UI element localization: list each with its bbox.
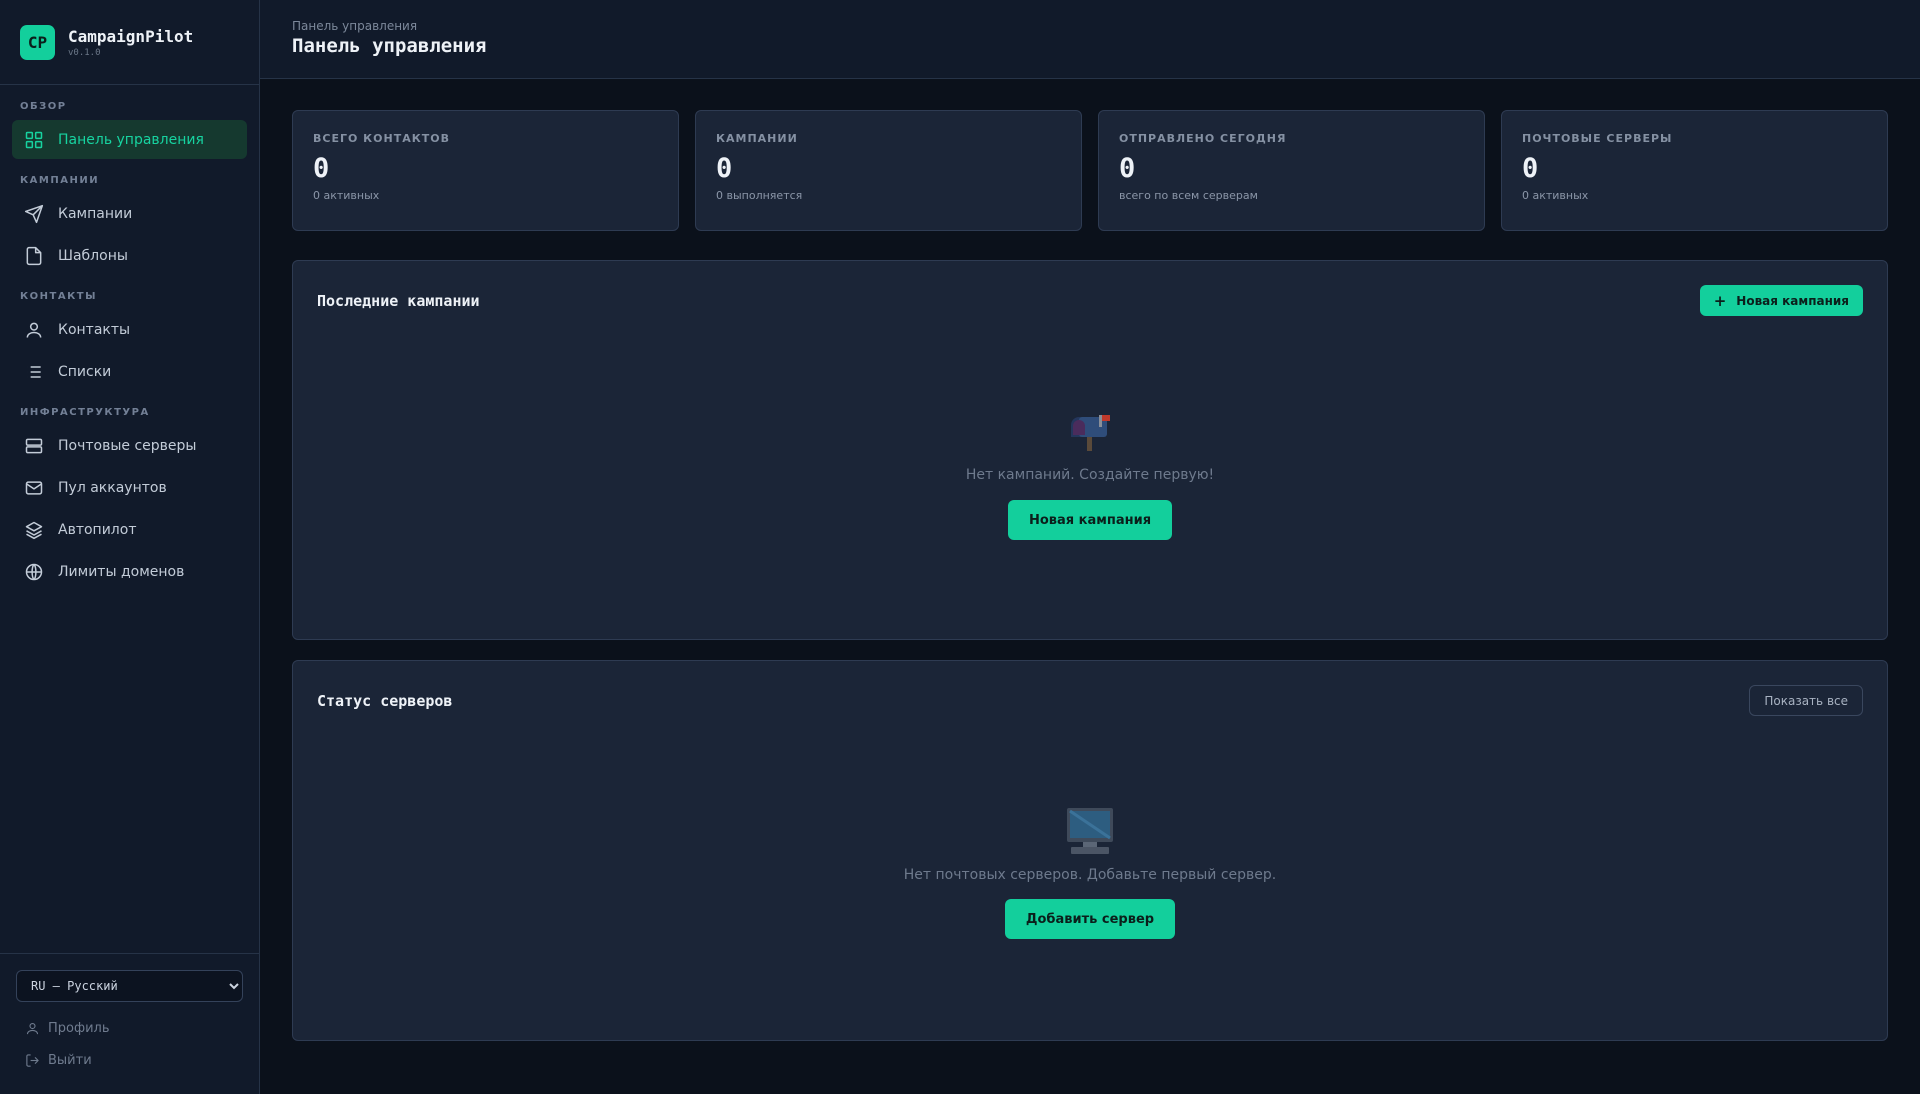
sidebar-item-label: Почтовые серверы — [58, 437, 197, 454]
nav-group-overview: ОБЗОР Панель управления — [12, 101, 247, 159]
sidebar-item-label: Автопилот — [58, 521, 137, 538]
stat-label: ОТПРАВЛЕНО СЕГОДНЯ — [1119, 132, 1287, 145]
recent-campaigns-panel: Последние кампании + Новая кампания Нет … — [292, 260, 1888, 640]
stat-label: ПОЧТОВЫЕ СЕРВЕРЫ — [1522, 132, 1673, 145]
user-icon — [26, 1022, 39, 1034]
campaigns-empty-state: Нет кампаний. Создайте первую! Новая кам… — [293, 413, 1887, 540]
stat-sub: всего по всем серверам — [1119, 189, 1258, 202]
stat-sub: 0 выполняется — [716, 189, 803, 202]
stat-card-contacts: ВСЕГО КОНТАКТОВ 0 0 активных — [292, 110, 679, 231]
plus-icon: + — [1713, 291, 1727, 310]
empty-state-text: Нет почтовых серверов. Добавьте первый с… — [903, 867, 1277, 883]
list-icon — [27, 365, 41, 378]
language-select[interactable]: RU — Русский — [16, 970, 243, 1002]
sidebar-item-contacts[interactable]: Контакты — [12, 310, 247, 349]
sidebar-item-lists[interactable]: Списки — [12, 352, 247, 391]
stat-value: 0 — [313, 153, 330, 184]
sidebar-item-account-pool[interactable]: Пул аккаунтов — [12, 468, 247, 507]
sidebar-item-templates[interactable]: Шаблоны — [12, 236, 247, 275]
stats-row: ВСЕГО КОНТАКТОВ 0 0 активных КАМПАНИИ 0 … — [292, 110, 1888, 231]
nav-group-title: ИНФРАСТРУКТУРА — [20, 407, 150, 418]
stat-value: 0 — [1119, 153, 1136, 184]
server-status-panel: Статус серверов Показать все Нет почтовы… — [292, 660, 1888, 1041]
globe-icon — [25, 563, 43, 580]
stat-value: 0 — [716, 153, 733, 184]
sidebar-item-label: Пул аккаунтов — [58, 479, 167, 496]
file-icon — [26, 246, 42, 265]
sidebar-item-label: Списки — [58, 363, 112, 380]
send-icon — [24, 204, 44, 223]
logout-link[interactable]: Выйти — [16, 1044, 243, 1076]
sidebar-item-label: Контакты — [58, 321, 131, 338]
sidebar-nav: ОБЗОР Панель управления КАМПАНИИ Кампани… — [0, 85, 259, 953]
empty-state-text: Нет кампаний. Создайте первую! — [965, 467, 1215, 483]
sidebar-item-campaigns[interactable]: Кампании — [12, 194, 247, 233]
stat-label: ВСЕГО КОНТАКТОВ — [313, 132, 450, 145]
nav-group-title: КАМПАНИИ — [20, 175, 100, 186]
sidebar-item-autopilot[interactable]: Автопилот — [12, 510, 247, 549]
breadcrumb: Панель управления — [292, 19, 418, 33]
nav-group-contacts: КОНТАКТЫ Контакты Списки — [12, 291, 247, 391]
stat-sub: 0 активных — [1522, 189, 1589, 202]
button-label: Новая кампания — [1736, 293, 1849, 308]
show-all-button[interactable]: Показать все — [1749, 685, 1863, 716]
brand-version: v0.1.0 — [68, 47, 101, 58]
logout-label: Выйти — [48, 1052, 92, 1068]
app: CP CampaignPilot v0.1.0 ОБЗОР Панель упр… — [0, 0, 1920, 1094]
servers-empty-state: Нет почтовых серверов. Добавьте первый с… — [293, 808, 1887, 939]
profile-link[interactable]: Профиль — [16, 1012, 243, 1044]
stat-value: 0 — [1522, 153, 1539, 184]
topbar: Панель управления Панель управления — [260, 0, 1920, 79]
page-title: Панель управления — [292, 35, 487, 57]
sidebar-item-label: Шаблоны — [58, 247, 128, 264]
nav-group-campaigns: КАМПАНИИ Кампании Шаблоны — [12, 175, 247, 275]
computer-icon — [1067, 808, 1113, 854]
mail-icon — [25, 480, 43, 495]
main: Панель управления Панель управления ВСЕГ… — [260, 0, 1920, 1094]
nav-group-infrastructure: ИНФРАСТРУКТУРА Почтовые серверы Пул акка… — [12, 407, 247, 591]
content: ВСЕГО КОНТАКТОВ 0 0 активных КАМПАНИИ 0 … — [260, 79, 1920, 1041]
create-campaign-button[interactable]: Новая кампания — [1007, 500, 1173, 540]
nav-group-title: КОНТАКТЫ — [20, 291, 97, 302]
sidebar-item-dashboard[interactable]: Панель управления — [12, 120, 247, 159]
panel-title: Последние кампании — [317, 291, 480, 310]
nav-group-title: ОБЗОР — [20, 101, 67, 112]
panel-title: Статус серверов — [317, 691, 453, 710]
sidebar-item-label: Кампании — [58, 205, 133, 222]
user-icon — [26, 322, 42, 338]
brand-name: CampaignPilot — [68, 26, 194, 46]
mailbox-icon — [1071, 415, 1110, 451]
dashboard-icon — [25, 131, 43, 148]
stat-card-sent-today: ОТПРАВЛЕНО СЕГОДНЯ 0 всего по всем серве… — [1098, 110, 1485, 231]
sidebar: CP CampaignPilot v0.1.0 ОБЗОР Панель упр… — [0, 0, 260, 1094]
sidebar-item-label: Панель управления — [58, 131, 204, 148]
stat-card-campaigns: КАМПАНИИ 0 0 выполняется — [695, 110, 1082, 231]
brand[interactable]: CP CampaignPilot v0.1.0 — [0, 0, 259, 85]
sidebar-item-mail-servers[interactable]: Почтовые серверы — [12, 426, 247, 465]
sidebar-footer: RU — Русский Профиль Выйти — [0, 953, 259, 1094]
new-campaign-button[interactable]: + Новая кампания — [1699, 285, 1863, 316]
add-server-button[interactable]: Добавить сервер — [1004, 899, 1176, 939]
stat-label: КАМПАНИИ — [716, 132, 798, 145]
layers-icon — [25, 521, 43, 539]
sidebar-item-label: Лимиты доменов — [58, 563, 185, 580]
profile-label: Профиль — [48, 1020, 110, 1036]
server-icon — [25, 438, 43, 453]
stat-sub: 0 активных — [313, 189, 380, 202]
brand-logo: CP — [20, 24, 55, 60]
sidebar-item-domain-limits[interactable]: Лимиты доменов — [12, 552, 247, 591]
stat-card-mail-servers: ПОЧТОВЫЕ СЕРВЕРЫ 0 0 активных — [1501, 110, 1888, 231]
logout-icon — [26, 1053, 39, 1067]
